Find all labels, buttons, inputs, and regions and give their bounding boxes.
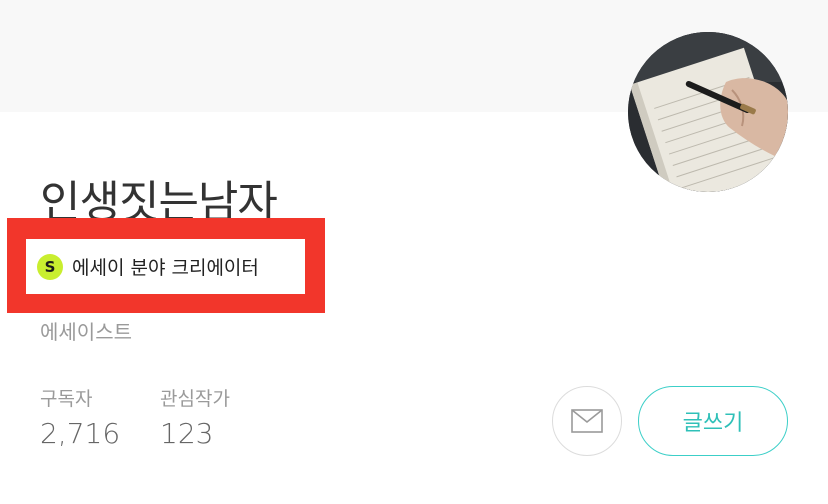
avatar-image — [628, 32, 788, 192]
profile-page: 인생짓는남자 S 에세이 분야 크리에이터 에세이스트 구독자 2,716 관심… — [0, 0, 828, 504]
envelope-icon — [571, 409, 603, 433]
creator-badge[interactable]: S 에세이 분야 크리에이터 — [26, 239, 305, 294]
mail-button[interactable] — [552, 386, 622, 456]
creator-badge-label: 에세이 분야 크리에이터 — [72, 257, 259, 279]
following-count: 123 — [160, 417, 214, 450]
creator-s-icon: S — [37, 253, 63, 280]
author-job: 에세이스트 — [40, 320, 132, 344]
subscribers-stat[interactable]: 구독자 2,716 — [40, 384, 120, 450]
write-button[interactable]: 글쓰기 — [638, 386, 788, 456]
following-label: 관심작가 — [160, 388, 230, 410]
following-stat[interactable]: 관심작가 123 — [160, 384, 230, 450]
subscribers-count: 2,716 — [40, 417, 121, 450]
profile-avatar[interactable] — [628, 32, 788, 192]
subscribers-label: 구독자 — [40, 388, 93, 410]
